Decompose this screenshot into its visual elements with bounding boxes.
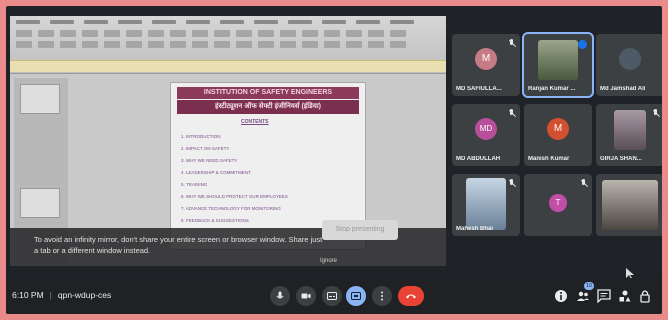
end-call-icon [406, 294, 416, 299]
avatar: MD [475, 118, 497, 140]
slide-thumbnail [20, 84, 60, 114]
infinity-mirror-warning: To avoid an infinity mirror, don't share… [10, 220, 446, 266]
chat-icon[interactable] [597, 289, 611, 303]
participant-tile[interactable] [596, 174, 662, 236]
host-controls-icon[interactable] [638, 289, 652, 303]
meet-window: INSTITUTION OF SAFETY ENGINEERS इंस्टीट्… [6, 6, 662, 314]
captions-button[interactable] [322, 286, 342, 306]
participant-photo [614, 110, 646, 150]
contents-heading: CONTENTS [241, 119, 269, 125]
people-icon[interactable] [576, 289, 590, 303]
contents-item: 8. FEEDBACK & SUGGESTIONS [181, 218, 249, 223]
participant-tile[interactable]: T [524, 174, 592, 236]
meeting-info: 6:10 PM | qpn-wdup-ces [12, 290, 112, 300]
leave-call-button[interactable] [398, 286, 424, 306]
contents-item: 7. ADVANCE TECHNOLOGY FOR MONITORING [181, 206, 281, 211]
slide-title-hindi: इंस्टीट्यूशन ऑफ सेफ्टी इंजीनियर्स (इंडिय… [177, 100, 359, 114]
participant-tile[interactable]: MD MD ABDULLAH [452, 104, 520, 166]
mic-muted-icon [652, 109, 659, 118]
more-options-icon [381, 291, 383, 301]
stop-presenting-button[interactable]: Stop presenting [322, 220, 398, 240]
contents-item: 2. IMPACT ON SAFETY [181, 146, 230, 151]
present-screen-icon [351, 292, 361, 300]
speaking-indicator-icon [578, 40, 587, 49]
participant-photo [602, 180, 658, 230]
mic-muted-icon [508, 109, 515, 118]
captions-icon [327, 292, 337, 300]
mic-icon [276, 291, 284, 299]
participant-name: GIRJA SHAN... [600, 156, 642, 162]
contents-item: 3. WHY WE NEED SAFETY [181, 158, 238, 163]
participant-tile[interactable]: Mahesh Bhai [452, 174, 520, 236]
participant-photo [538, 40, 578, 80]
avatar: M [475, 48, 497, 70]
ribbon-tools [16, 30, 406, 48]
meeting-control-bar: 6:10 PM | qpn-wdup-ces 10 [6, 278, 662, 314]
camera-button[interactable] [296, 286, 316, 306]
ribbon-menu [16, 20, 414, 24]
mic-muted-icon [508, 39, 515, 48]
contents-item: 1. INTRODUCTION [181, 134, 221, 139]
contents-item: 5. TRAINING [181, 182, 208, 187]
participant-tile[interactable]: M Manish Kumar [524, 104, 592, 166]
meeting-time: 6:10 PM [12, 290, 44, 300]
slide-title-english: INSTITUTION OF SAFETY ENGINEERS [177, 87, 359, 99]
more-options-button[interactable] [372, 286, 392, 306]
participant-name: MD SAFIULLA... [456, 86, 502, 92]
meeting-code: qpn-wdup-ces [57, 290, 112, 300]
participant-tile[interactable]: Ranjan Kumar ... [522, 32, 594, 98]
shared-app-ribbon [10, 16, 446, 74]
protected-view-bar [10, 60, 446, 72]
participant-name: Mahesh Bhai [456, 226, 494, 232]
mic-button[interactable] [270, 286, 290, 306]
participant-name: MD ABDULLAH [456, 156, 501, 162]
contents-item: 6. WHY WE SHOULD PROTECT OUR EMPLOYEES [181, 194, 288, 199]
avatar: M [547, 118, 569, 140]
mic-muted-icon [508, 179, 515, 188]
participant-tile[interactable]: Md Jamshad Ali [596, 34, 662, 96]
participant-name: Manish Kumar [528, 156, 570, 162]
participant-tile[interactable]: GIRJA SHAN... [596, 104, 662, 166]
warning-text: To avoid an infinity mirror, don't share… [34, 235, 323, 255]
camera-icon [301, 293, 311, 299]
ignore-link[interactable]: Ignore [320, 258, 337, 264]
participant-name: Md Jamshad Ali [600, 86, 646, 92]
contents-item: 4. LEADERSHIP & COMMITMENT [181, 170, 251, 175]
slide-thumbnail [20, 188, 60, 218]
contents-list: 1. INTRODUCTION 2. IMPACT ON SAFETY 3. W… [181, 131, 288, 227]
avatar [619, 48, 641, 70]
participant-name: Ranjan Kumar ... [528, 86, 576, 92]
mic-muted-icon [580, 179, 587, 188]
avatar: T [549, 194, 567, 212]
participant-tile[interactable]: M MD SAFIULLA... [452, 34, 520, 96]
participant-photo [466, 178, 506, 230]
activities-icon[interactable] [618, 289, 632, 303]
present-button[interactable] [346, 286, 366, 306]
info-icon[interactable] [554, 289, 568, 303]
